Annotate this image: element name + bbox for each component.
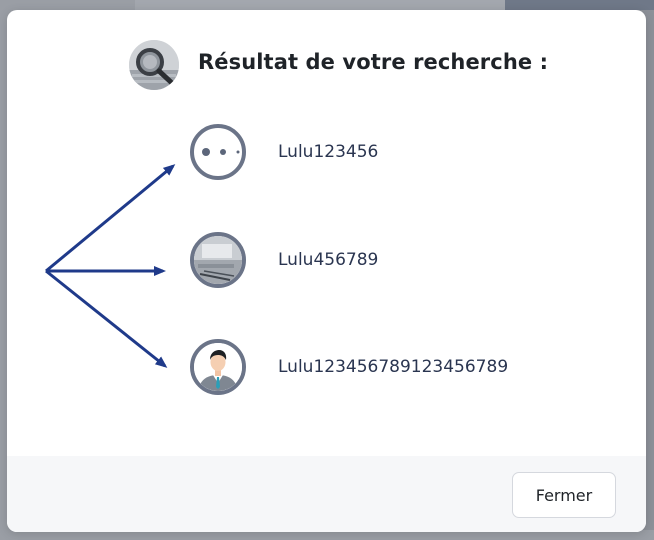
result-username[interactable]: Lulu456789 [278,250,378,270]
result-username[interactable]: Lulu123456789123456789 [278,357,508,377]
arrow-to-result-1 [45,164,176,273]
close-button[interactable]: Fermer [512,472,616,518]
search-result-modal: Résultat de votre recherche : Lulu123456 [7,10,646,532]
modal-footer: Fermer [7,456,646,532]
result-username[interactable]: Lulu123456 [278,142,378,162]
result-item[interactable]: Lulu123456 [190,124,610,188]
arrow-to-result-3 [45,269,168,368]
background-header-accent [505,0,654,10]
background-header [135,0,505,10]
result-item[interactable]: Lulu123456789123456789 [190,339,610,403]
businessman-avatar-icon [190,339,246,395]
desk-photo-avatar-icon [190,232,246,288]
dots-avatar-icon [190,124,246,180]
result-item[interactable]: Lulu456789 [190,232,610,296]
